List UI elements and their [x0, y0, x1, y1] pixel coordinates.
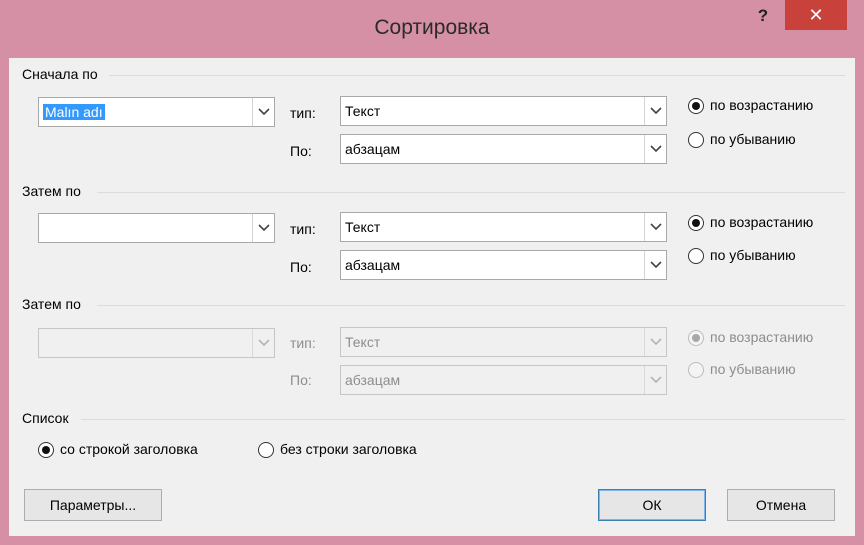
ascending-label[interactable]: по возрастанию [710, 214, 813, 230]
by-value: абзацам [345, 141, 401, 157]
ascending-label[interactable]: по возрастанию [710, 329, 813, 345]
by-value: абзацам [345, 372, 401, 388]
type-value: Текст [345, 334, 381, 350]
chevron-down-icon[interactable] [252, 214, 274, 242]
with-header-label[interactable]: со строкой заголовка [60, 441, 198, 457]
descending-radio-2[interactable] [688, 248, 704, 264]
chevron-down-icon[interactable] [644, 213, 666, 241]
descending-radio-3[interactable] [688, 362, 704, 378]
chevron-down-icon[interactable] [644, 97, 666, 125]
by-label: По: [290, 372, 312, 388]
type-label: тип: [290, 335, 316, 351]
descending-label[interactable]: по убыванию [710, 247, 796, 263]
type-label: тип: [290, 221, 316, 237]
title-bar: Сортировка ? ✕ [0, 0, 864, 58]
sort-field-combo-3[interactable] [38, 328, 275, 358]
help-icon[interactable]: ? [748, 6, 778, 30]
without-header-radio[interactable] [258, 442, 274, 458]
type-combo-3[interactable]: Текст [340, 327, 667, 357]
separator [97, 192, 845, 193]
sort-field-combo-1[interactable]: Malın adı [38, 97, 275, 127]
descending-radio-1[interactable] [688, 132, 704, 148]
type-value: Текст [345, 103, 381, 119]
type-combo-2[interactable]: Текст [340, 212, 667, 242]
close-icon[interactable]: ✕ [785, 0, 847, 30]
chevron-down-icon[interactable] [644, 328, 666, 356]
list-title: Список [22, 410, 69, 426]
by-value: абзацам [345, 257, 401, 273]
by-combo-1[interactable]: абзацам [340, 134, 667, 164]
with-header-radio[interactable] [38, 442, 54, 458]
by-combo-2[interactable]: абзацам [340, 250, 667, 280]
chevron-down-icon[interactable] [252, 98, 274, 126]
chevron-down-icon[interactable] [644, 251, 666, 279]
ascending-label[interactable]: по возрастанию [710, 97, 813, 113]
by-label: По: [290, 259, 312, 275]
descending-label[interactable]: по убыванию [710, 361, 796, 377]
without-header-label[interactable]: без строки заголовка [280, 441, 417, 457]
group1-title: Сначала по [22, 66, 98, 82]
chevron-down-icon[interactable] [644, 366, 666, 394]
chevron-down-icon[interactable] [252, 329, 274, 357]
chevron-down-icon[interactable] [644, 135, 666, 163]
descending-label[interactable]: по убыванию [710, 131, 796, 147]
window-title: Сортировка [374, 16, 490, 39]
type-value: Текст [345, 219, 381, 235]
options-button[interactable]: Параметры... [24, 489, 162, 521]
type-combo-1[interactable]: Текст [340, 96, 667, 126]
group2-title: Затем по [22, 183, 81, 199]
separator [97, 305, 845, 306]
dialog-body: Сначала по Malın adı тип: Текст По: абза… [9, 58, 855, 536]
group3-title: Затем по [22, 296, 81, 312]
sort-field-value: Malın adı [43, 104, 105, 120]
type-label: тип: [290, 105, 316, 121]
sort-field-combo-2[interactable] [38, 213, 275, 243]
ok-button[interactable]: ОК [598, 489, 706, 521]
separator [109, 75, 845, 76]
ascending-radio-3[interactable] [688, 330, 704, 346]
ascending-radio-2[interactable] [688, 215, 704, 231]
by-combo-3[interactable]: абзацам [340, 365, 667, 395]
by-label: По: [290, 143, 312, 159]
cancel-button[interactable]: Отмена [727, 489, 835, 521]
separator [81, 419, 845, 420]
ascending-radio-1[interactable] [688, 98, 704, 114]
